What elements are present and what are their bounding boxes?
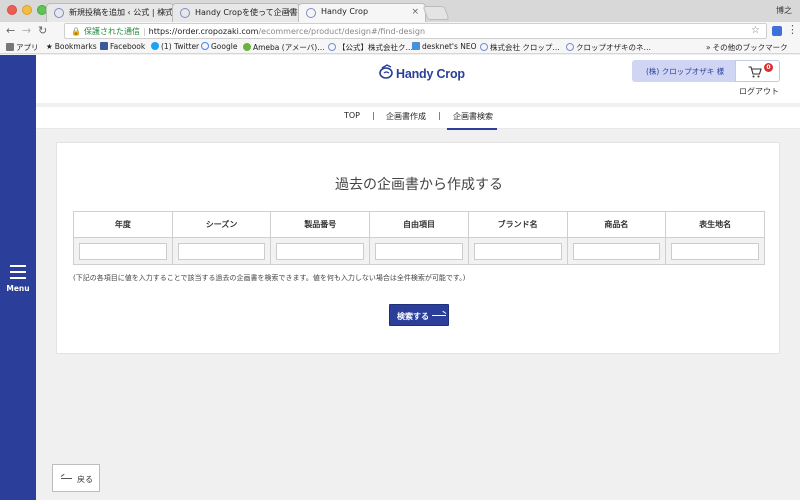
column-header-product-number: 製品番号 — [270, 211, 371, 238]
logo-mark-icon — [379, 64, 393, 79]
address-bar[interactable]: 🔒 保護された通信 | https://order.cropozaki.com/eco… — [64, 23, 767, 39]
site-header: Handy Crop (株) クロップオザキ 様 0 ログアウト — [36, 55, 800, 103]
site-favicon-icon — [306, 8, 316, 18]
star-icon: ★ — [46, 42, 53, 51]
globe-icon — [328, 43, 336, 51]
product-number-input[interactable] — [276, 242, 365, 260]
bookmark-item[interactable]: (1) Twitter — [151, 42, 199, 51]
browser-tab-bar: 新規投稿を追加 ‹ 公式 | 株式会社 × Handy Cropを使って企画書を… — [0, 0, 800, 22]
site-favicon-icon — [180, 8, 190, 18]
url-host: https://order.cropozaki.com — [148, 27, 259, 36]
logout-link[interactable]: ログアウト — [739, 86, 779, 97]
globe-icon — [566, 43, 574, 51]
nav-separator: | — [438, 111, 441, 120]
table-header-row: 年度 シーズン 製品番号 自由項目 ブランド名 商品名 表生地名 — [73, 211, 765, 238]
browser-tab-1[interactable]: 新規投稿を追加 ‹ 公式 | 株式会社 × — [46, 3, 174, 22]
logo-text: Handy Crop — [396, 67, 465, 81]
site-favicon-icon — [54, 8, 64, 18]
search-help-note: (下記の各項目に値を入力することで該当する過去の企画書を検索できます。値を何も入… — [73, 274, 466, 282]
lock-icon: 🔒 — [71, 27, 81, 36]
back-arrow-icon[interactable]: ← — [6, 24, 15, 37]
bookmark-item[interactable]: ★ Bookmarks — [46, 42, 97, 51]
browser-tab-2[interactable]: Handy Cropを使って企画書を作 × — [172, 3, 300, 22]
other-bookmarks[interactable]: » その他のブックマーク — [706, 42, 788, 53]
profile-name[interactable]: 博之 — [776, 5, 792, 16]
bookmark-item[interactable]: Google — [201, 42, 237, 51]
bookmark-item[interactable]: Ameba (アメーバ)… — [243, 42, 325, 53]
menu-button[interactable]: Menu — [3, 263, 33, 293]
season-input[interactable] — [177, 242, 266, 260]
minimize-window-button[interactable] — [22, 5, 32, 15]
brand-name-input[interactable] — [473, 242, 562, 260]
twitter-icon — [151, 42, 159, 50]
close-tab-icon[interactable]: × — [411, 7, 419, 17]
more-menu-icon[interactable]: ⋮ — [787, 23, 798, 36]
active-tab-indicator — [447, 128, 497, 130]
close-tab-icon[interactable]: × — [285, 7, 293, 17]
sidebar: Menu — [0, 55, 36, 500]
extension-icon[interactable] — [772, 26, 782, 36]
company-name: (株) クロップオザキ 様 — [632, 60, 735, 82]
back-button-label: 戻る — [77, 475, 93, 484]
new-tab-button[interactable] — [422, 6, 450, 20]
apps-grid-icon — [6, 43, 14, 51]
search-table: 年度 シーズン 製品番号 自由項目 ブランド名 商品名 表生地名 — [73, 211, 765, 265]
url-path: /ecommerce/product/design#/find-design — [258, 27, 426, 36]
free-field-input[interactable] — [375, 242, 463, 260]
column-header-free-field: 自由項目 — [369, 211, 469, 238]
bookmark-item[interactable]: Facebook — [100, 42, 145, 51]
tab-title: Handy Crop — [321, 7, 369, 16]
bookmarks-bar: アプリ ★ Bookmarks Facebook (1) Twitter Goog… — [0, 40, 800, 54]
hamburger-icon — [10, 265, 26, 267]
tab-title: Handy Cropを使って企画書を作 — [195, 8, 299, 17]
globe-icon — [201, 42, 209, 50]
nav-search-proposal[interactable]: 企画書検索 — [453, 111, 493, 122]
column-header-fabric-name: 表生地名 — [665, 211, 765, 238]
facebook-icon — [100, 42, 108, 50]
folder-icon: » — [706, 43, 711, 52]
tab-title: 新規投稿を追加 ‹ 公式 | 株式会社 — [69, 8, 174, 17]
bookmark-item[interactable]: アプリ — [6, 42, 39, 53]
web-page: Menu Handy Crop (株) クロップオザキ 様 0 ログアウト TO… — [0, 55, 800, 500]
bookmark-item[interactable]: 株式会社 クロップ… — [480, 42, 560, 53]
secure-label: 保護された通信 — [83, 27, 140, 36]
bookmark-item[interactable]: クロップオザキのネ… — [566, 42, 651, 53]
bookmark-item[interactable]: 【公式】株式会社ク… — [328, 42, 413, 53]
bookmark-item[interactable]: desknet's NEO — [412, 42, 477, 51]
nav-top[interactable]: TOP — [344, 111, 360, 120]
browser-tab-3[interactable]: Handy Crop × — [298, 3, 426, 22]
arrow-right-icon — [432, 315, 446, 316]
column-header-product-name: 商品名 — [566, 211, 667, 238]
search-button[interactable]: 検索する — [389, 304, 449, 326]
fabric-name-input[interactable] — [671, 242, 759, 260]
cart-button[interactable]: 0 — [735, 60, 780, 82]
column-header-brand-name: ブランド名 — [467, 211, 568, 238]
cart-count-badge: 0 — [764, 63, 773, 72]
browser-toolbar: ← → ↻ 🔒 保護された通信 | https://order.cropozaki.c… — [0, 22, 800, 40]
search-button-label: 検索する — [397, 312, 429, 321]
forward-arrow-icon[interactable]: → — [22, 24, 31, 37]
product-name-input[interactable] — [572, 242, 661, 260]
year-input[interactable] — [79, 242, 167, 260]
column-header-season: シーズン — [171, 211, 272, 238]
column-header-year: 年度 — [73, 211, 173, 238]
menu-label: Menu — [6, 284, 30, 293]
close-window-button[interactable] — [7, 5, 17, 15]
page-title: 過去の企画書から作成する — [335, 177, 503, 193]
table-row — [73, 237, 765, 265]
sub-navigation: TOP | 企画書作成 | 企画書検索 — [36, 103, 800, 130]
globe-icon — [480, 43, 488, 51]
bookmark-star-icon[interactable]: ☆ — [751, 25, 760, 36]
reload-icon[interactable]: ↻ — [38, 24, 47, 37]
nav-separator: | — [372, 111, 375, 120]
ameba-icon — [243, 43, 251, 51]
search-panel: 過去の企画書から作成する 年度 シーズン 製品番号 自由項目 ブランド名 商品名… — [56, 142, 780, 354]
close-tab-icon[interactable]: × — [159, 7, 167, 17]
back-button[interactable]: 戻る — [52, 464, 100, 492]
desknets-icon — [412, 42, 420, 50]
arrow-left-icon — [61, 478, 72, 479]
nav-create-proposal[interactable]: 企画書作成 — [386, 111, 426, 122]
cart-icon — [748, 66, 762, 78]
